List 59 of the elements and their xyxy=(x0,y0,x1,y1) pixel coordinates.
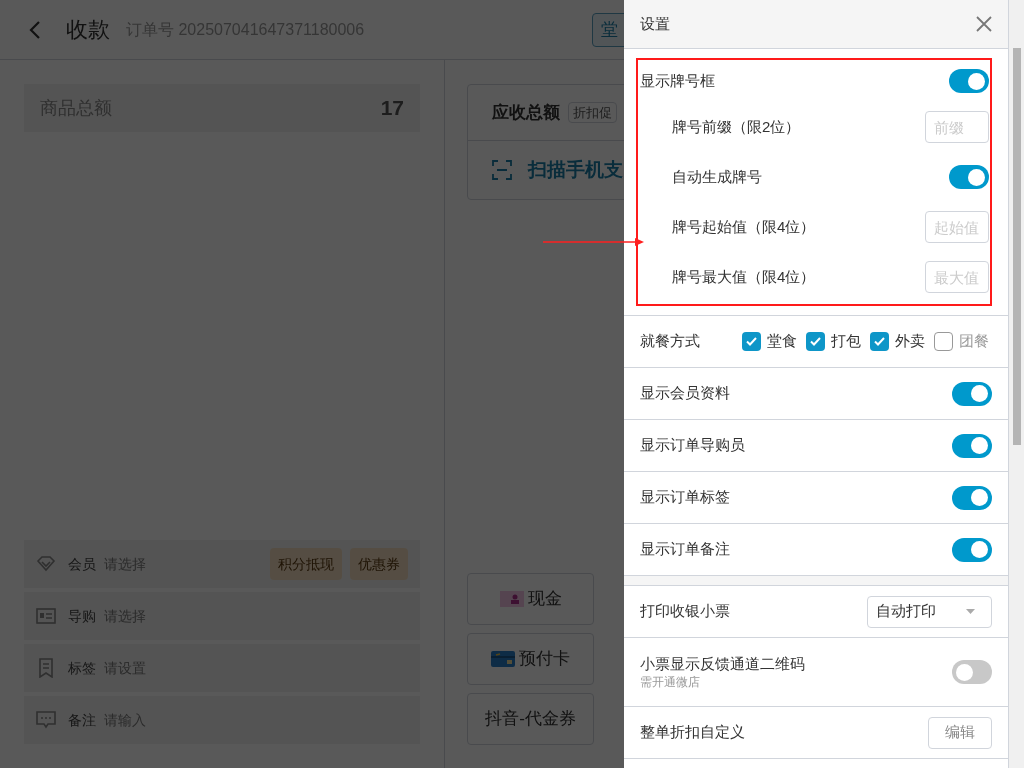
banknote-icon xyxy=(499,591,524,607)
setting-label: 牌号最大值（限4位） xyxy=(672,266,816,287)
header-button[interactable]: 堂 xyxy=(592,13,626,47)
setting-label: 小票显示反馈通道二维码 xyxy=(640,654,805,674)
checkbox-label: 堂食 xyxy=(767,331,797,352)
dropdown-select[interactable]: 自动打印 xyxy=(867,595,992,628)
id-card-icon xyxy=(36,608,56,624)
drawer-title: 设置 xyxy=(640,13,670,34)
payment-button[interactable]: 现金 xyxy=(467,573,594,625)
field-label: 备注 xyxy=(68,710,96,730)
scrollbar-thumb[interactable] xyxy=(1012,48,1021,445)
chip-button[interactable]: 优惠券 xyxy=(350,548,408,580)
setting-label: 显示订单备注 xyxy=(640,539,730,560)
setting-label: 显示牌号框 xyxy=(640,70,715,91)
setting-label: 整单折扣自定义 xyxy=(640,722,745,743)
setting-label: 牌号前缀（限2位） xyxy=(672,116,801,137)
close-icon[interactable] xyxy=(976,16,992,32)
edit-button[interactable]: 编辑 xyxy=(928,716,992,749)
scan-label[interactable]: 扫描手机支 xyxy=(528,155,623,185)
setting-label: 牌号起始值（限4位） xyxy=(672,216,816,237)
field-label: 导购 xyxy=(68,606,96,626)
check-icon xyxy=(810,337,821,346)
chat-icon xyxy=(36,711,56,729)
back-icon xyxy=(28,19,42,40)
field-label: 会员 xyxy=(68,554,96,574)
setting-label: 打印收银小票 xyxy=(640,601,730,622)
setting-label: 自动生成牌号 xyxy=(672,166,762,187)
scan-icon xyxy=(492,160,512,180)
checkbox[interactable] xyxy=(870,332,889,351)
payment-button[interactable]: 预付卡 xyxy=(467,633,594,685)
payment-button[interactable]: 抖音-代金券 xyxy=(467,693,594,745)
caret-icon xyxy=(966,609,975,614)
page-title: 收款 xyxy=(66,16,110,44)
toggle-switch[interactable] xyxy=(952,660,992,684)
checkbox-label: 打包 xyxy=(831,331,861,352)
bookmark-icon xyxy=(36,658,56,678)
checkbox-label: 外卖 xyxy=(895,331,925,352)
check-icon xyxy=(874,337,885,346)
chip-button[interactable]: 积分抵现 xyxy=(270,548,342,580)
toggle-switch[interactable] xyxy=(952,537,992,562)
setting-label: 显示订单导购员 xyxy=(640,435,745,456)
toggle-switch[interactable] xyxy=(952,381,992,406)
card-icon xyxy=(491,651,515,667)
checkbox[interactable] xyxy=(742,332,761,351)
receivable-label: 应收总额 xyxy=(492,101,560,124)
toggle-switch[interactable] xyxy=(949,165,989,189)
setting-label: 显示会员资料 xyxy=(640,383,730,404)
checkbox-label: 团餐 xyxy=(959,331,989,352)
checkbox[interactable] xyxy=(934,332,953,351)
setting-label: 就餐方式 xyxy=(640,331,700,352)
setting-label: 显示订单标签 xyxy=(640,487,730,508)
diamond-icon xyxy=(36,556,56,572)
setting-note: 需开通微店 xyxy=(640,674,701,690)
toggle-switch[interactable] xyxy=(952,485,992,510)
field-label: 标签 xyxy=(68,658,96,678)
toggle-switch[interactable] xyxy=(949,69,989,93)
checkbox[interactable] xyxy=(806,332,825,351)
check-icon xyxy=(746,337,757,346)
toggle-switch[interactable] xyxy=(952,433,992,458)
